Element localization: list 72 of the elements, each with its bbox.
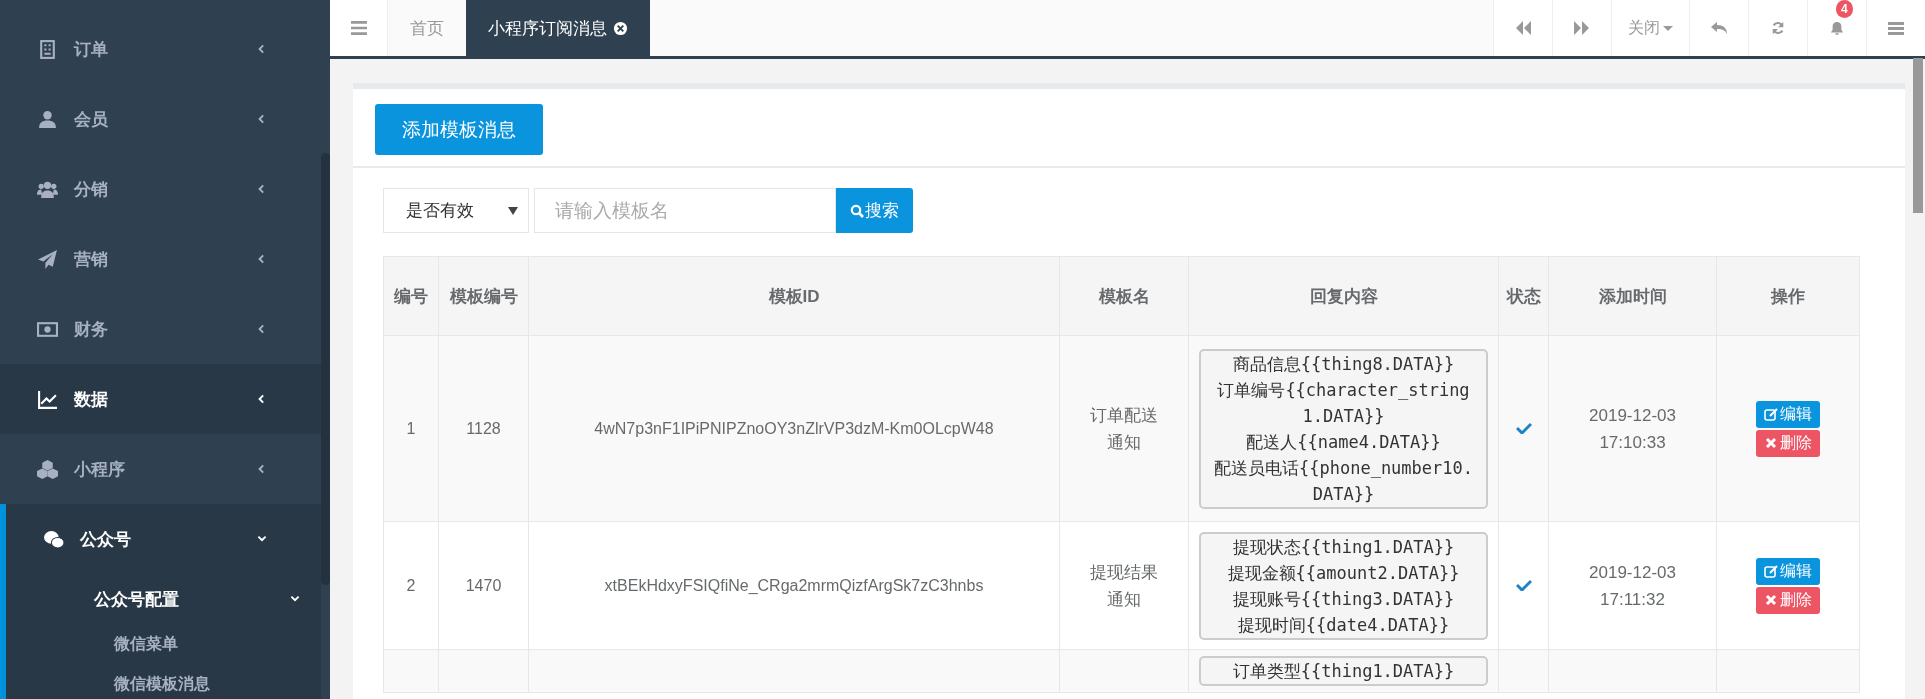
- submenu-link[interactable]: 微信模板消息: [6, 664, 321, 699]
- table-cell: 订单配送通知: [1059, 335, 1189, 522]
- scroll-right-button[interactable]: [1552, 0, 1611, 56]
- reply-content: 商品信息{{thing8.DATA}} 订单编号{{character_string1.DATA}} 配送人{{name4.DATA}} 配送员电话{{phone_number10.DATA}}: [1199, 348, 1488, 509]
- close-icon: [1764, 436, 1778, 450]
- column-header: 回复内容: [1188, 256, 1499, 336]
- sidebar-item[interactable]: 营销: [0, 224, 321, 294]
- scrollbar[interactable]: [1913, 58, 1923, 213]
- add-template-button[interactable]: 添加模板消息: [375, 104, 543, 155]
- edit-button[interactable]: 编辑: [1756, 557, 1820, 585]
- search-field[interactable]: 请输入模板名: [534, 188, 836, 233]
- submenu-link[interactable]: 微信菜单: [6, 624, 321, 664]
- scrollbar[interactable]: [321, 153, 330, 585]
- menu-button[interactable]: [330, 0, 388, 56]
- tab[interactable]: 首页: [388, 0, 466, 56]
- reply-content: 订单类型{{thing1.DATA}}: [1199, 656, 1488, 686]
- user-icon: [37, 108, 58, 130]
- building-icon: [37, 38, 58, 60]
- close-icon[interactable]: [613, 20, 628, 36]
- edit-button[interactable]: 编辑: [1756, 400, 1820, 428]
- menu-icon: [350, 21, 367, 35]
- sidebar-item[interactable]: 会员: [0, 84, 321, 154]
- rewind-icon: [1515, 21, 1531, 35]
- close-icon: [1764, 593, 1778, 607]
- table-cell: 1: [383, 335, 439, 522]
- column-header: 添加时间: [1548, 256, 1717, 336]
- plane-icon: [37, 248, 58, 270]
- status-select[interactable]: 是否有效: [383, 188, 529, 233]
- bell-icon: [1829, 21, 1845, 35]
- notifications-button[interactable]: 4: [1807, 0, 1866, 56]
- column-header: 模板名: [1059, 256, 1189, 336]
- table-cell: 1470: [438, 521, 529, 650]
- column-header: 模板编号: [438, 256, 529, 336]
- search-button[interactable]: 搜索: [836, 188, 913, 233]
- sidebar-item[interactable]: 公众号: [0, 504, 321, 574]
- sidebar-item[interactable]: 订单: [0, 14, 321, 84]
- close-menu-button[interactable]: 关闭: [1611, 0, 1689, 56]
- reply-content: 提现状态{{thing1.DATA}} 提现金额{{amount2.DATA}} 提现账号{{thing3.DATA}} 提现时间{{date4.DATA}}: [1199, 531, 1488, 640]
- delete-button[interactable]: 删除: [1756, 429, 1820, 457]
- edit-icon: [1764, 407, 1778, 421]
- notification-badge: 4: [1836, 0, 1853, 18]
- tab[interactable]: 小程序订阅消息: [466, 0, 650, 56]
- table-cell: [383, 649, 439, 693]
- table-cell: 提现结果通知: [1059, 521, 1189, 650]
- reply-arrow-icon: [1711, 21, 1727, 35]
- sidebar-item[interactable]: 小程序: [0, 434, 321, 504]
- column-header: 状态: [1498, 256, 1549, 336]
- table-cell: 2019-12-03 17:11:32: [1548, 521, 1717, 650]
- submenu-item[interactable]: 公众号配置: [6, 574, 321, 624]
- edit-icon: [1764, 564, 1778, 578]
- fast-forward-icon: [1574, 21, 1590, 35]
- column-header: 模板ID: [528, 256, 1060, 336]
- sidebar-item[interactable]: 分销: [0, 154, 321, 224]
- sidebar-item[interactable]: 数据: [0, 364, 321, 434]
- table-cell: 2: [383, 521, 439, 650]
- sidebar-item[interactable]: 财务: [0, 294, 321, 364]
- table-cell: 2019-12-03 17:10:33: [1548, 335, 1717, 522]
- cubes-icon: [37, 458, 58, 480]
- search-icon: [850, 203, 864, 218]
- wechat-icon: [43, 528, 64, 550]
- refresh-icon: [1770, 21, 1786, 35]
- list-icon: [1888, 21, 1904, 35]
- scroll-left-button[interactable]: [1493, 0, 1552, 56]
- table-cell: 4wN7p3nF1IPiPNIPZnoOY3nZlrVP3dzM-Km0OLcpW48: [528, 335, 1060, 522]
- column-header: 操作: [1716, 256, 1860, 336]
- table-cell: xtBEkHdxyFSIQfiNe_CRga2mrmQizfArgSk7zC3hnbs: [528, 521, 1060, 650]
- delete-button[interactable]: 删除: [1756, 586, 1820, 614]
- back-button[interactable]: [1689, 0, 1748, 56]
- table-cell: 1128: [438, 335, 529, 522]
- chart-icon: [37, 388, 58, 410]
- column-header: 编号: [383, 256, 439, 336]
- settings-button[interactable]: [1866, 0, 1925, 56]
